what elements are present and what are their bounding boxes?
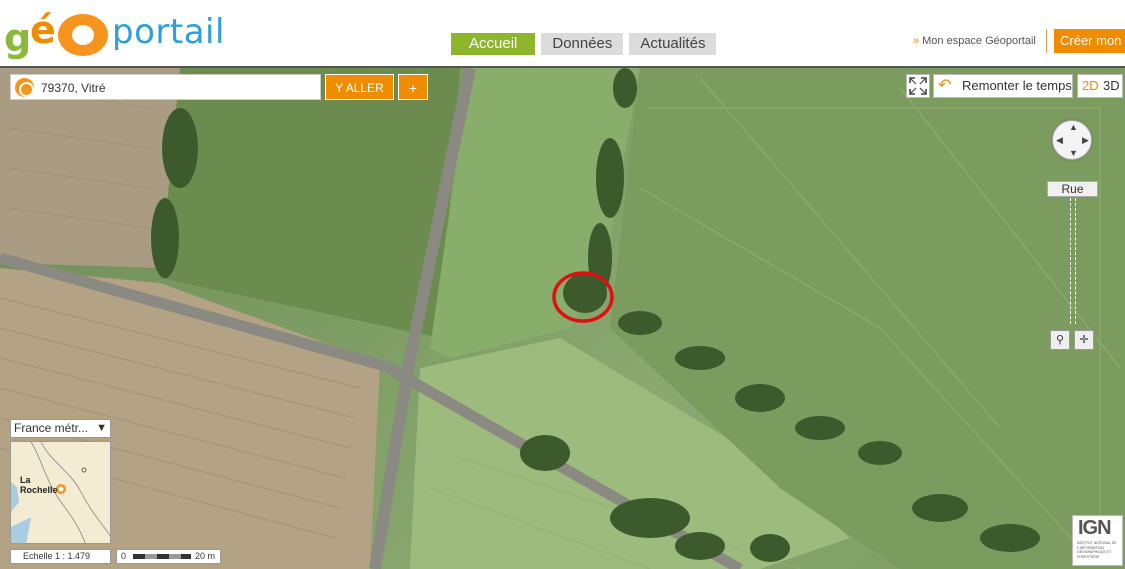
espace-label: Mon espace Géoportail bbox=[922, 35, 1036, 47]
fullscreen-glyph bbox=[909, 77, 927, 95]
tab-donnees[interactable]: Données bbox=[541, 33, 624, 55]
logo-o bbox=[58, 14, 108, 56]
scale-distance: 20 m bbox=[195, 551, 216, 561]
pan-up-arrow[interactable]: ▲ bbox=[1069, 122, 1078, 132]
create-account-button[interactable]: Créer mon e bbox=[1054, 29, 1125, 53]
territory-select[interactable]: France métr... ▼ bbox=[10, 419, 111, 438]
pan-down-arrow[interactable]: ▼ bbox=[1069, 148, 1078, 158]
geoportail-logo[interactable]: g é portail bbox=[2, 6, 232, 60]
zoom-slider[interactable] bbox=[1070, 198, 1076, 324]
logo-g: g bbox=[4, 16, 32, 60]
espace-link[interactable]: » Mon espace Géoportail bbox=[913, 35, 1036, 47]
view-mode-switch: 2D 3D bbox=[1077, 74, 1123, 98]
minimap-city-label: La Rochelle bbox=[20, 475, 58, 495]
view-3d-button[interactable]: 3D bbox=[1103, 75, 1120, 97]
scale-bar-graphic bbox=[133, 554, 191, 559]
zoom-magnifier-icon[interactable]: ⚲ bbox=[1050, 330, 1070, 350]
ign-subtitle: INSTITUT NATIONAL DE L'INFORMATION GÉOGR… bbox=[1077, 541, 1117, 559]
scale-zero: 0 bbox=[121, 551, 127, 561]
locate-icon[interactable] bbox=[15, 78, 34, 97]
search-input[interactable] bbox=[41, 78, 311, 97]
remonter-label: Remonter le temps bbox=[962, 78, 1072, 93]
scale-bar: 0 20 m bbox=[116, 549, 221, 564]
go-button[interactable]: Y ALLER bbox=[325, 74, 394, 100]
remonter-le-temps-button[interactable]: ↶ Remonter le temps bbox=[933, 74, 1073, 98]
tab-actualites[interactable]: Actualités bbox=[629, 33, 717, 55]
header-separator bbox=[1046, 29, 1047, 53]
scale-label: Echelle 1 : 1.479 bbox=[10, 549, 111, 564]
overview-minimap[interactable]: La Rochelle bbox=[10, 441, 111, 544]
field-top-center bbox=[160, 68, 460, 338]
dropdown-arrow-icon: ▼ bbox=[96, 422, 107, 434]
zoom-level-label: Rue bbox=[1047, 181, 1098, 197]
logo-word: portail bbox=[112, 12, 225, 52]
logo-e: é bbox=[30, 8, 56, 52]
pan-right-arrow[interactable]: ▶ bbox=[1082, 135, 1089, 146]
chevron-right-icon: » bbox=[913, 35, 920, 47]
territory-label: France métr... bbox=[14, 421, 89, 435]
undo-arrow-icon: ↶ bbox=[938, 77, 952, 94]
ign-logo[interactable]: IGN INSTITUT NATIONAL DE L'INFORMATION G… bbox=[1072, 515, 1123, 566]
view-2d-button[interactable]: 2D bbox=[1082, 75, 1099, 97]
header: g é portail Accueil Données Actualités »… bbox=[0, 0, 1125, 68]
search-box bbox=[10, 74, 321, 100]
pan-left-arrow[interactable]: ◀ bbox=[1056, 135, 1063, 146]
tab-accueil[interactable]: Accueil bbox=[451, 33, 536, 55]
plus-button[interactable]: + bbox=[398, 74, 428, 100]
ign-logo-text: IGN bbox=[1078, 517, 1112, 539]
main-nav: Accueil Données Actualités bbox=[451, 33, 717, 55]
fullscreen-icon[interactable] bbox=[906, 74, 930, 98]
map-view[interactable]: Y ALLER + ↶ Remonter le temps 2D 3D ▲ ▼ … bbox=[0, 68, 1125, 569]
nav-pad-icon[interactable]: ▲ ▼ ◀ ▶ bbox=[1052, 120, 1092, 160]
aerial-imagery[interactable] bbox=[0, 68, 1125, 569]
crosshair-icon[interactable]: ✛ bbox=[1074, 330, 1094, 350]
